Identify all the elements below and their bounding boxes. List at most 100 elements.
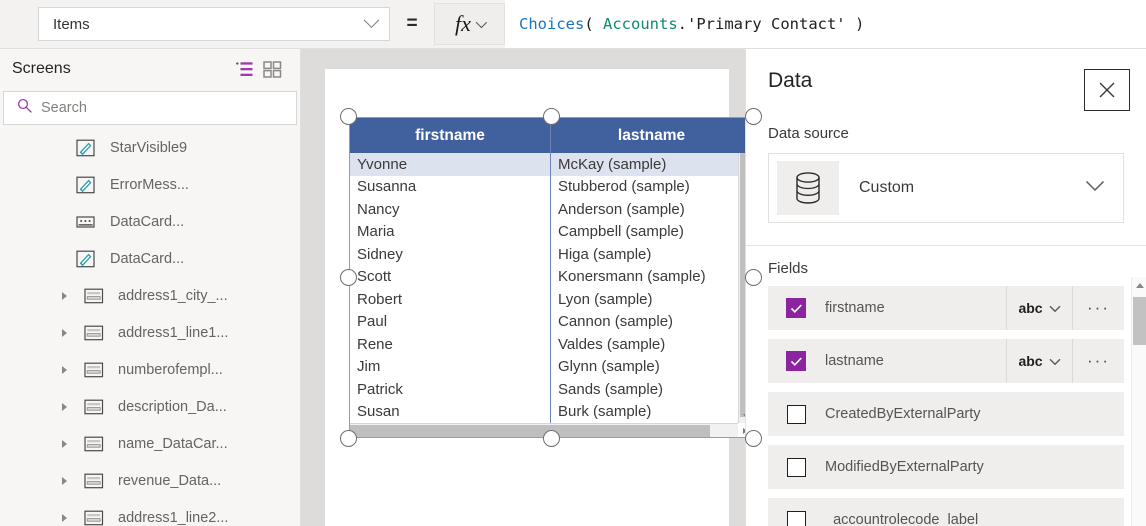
expand-chevron-icon[interactable] bbox=[62, 291, 84, 300]
field-row-lastname[interactable]: lastname abc ··· bbox=[768, 339, 1124, 383]
field-type-selector[interactable]: abc bbox=[1006, 339, 1072, 383]
column-header-firstname[interactable]: firstname bbox=[350, 118, 550, 153]
data-pane-scrollbar[interactable] bbox=[1131, 277, 1146, 526]
tree-item-8[interactable]: name_DataCar... bbox=[0, 425, 300, 462]
resize-handle-middle-right[interactable] bbox=[745, 269, 762, 286]
data-pane: Data Data source Custom Fields firstname… bbox=[745, 49, 1146, 526]
close-icon[interactable] bbox=[1084, 69, 1130, 111]
screen-surface[interactable]: firstname lastname Yvonne McKay (sample) S… bbox=[325, 69, 762, 526]
search-icon bbox=[17, 98, 32, 118]
cell-lastname: Anderson (sample) bbox=[550, 198, 752, 221]
table-row[interactable]: Yvonne McKay (sample) bbox=[350, 153, 752, 176]
table-row[interactable]: Susan Burk (sample) bbox=[350, 400, 752, 423]
data-table-gallery[interactable]: firstname lastname Yvonne McKay (sample) S… bbox=[349, 117, 753, 438]
label-control-icon bbox=[76, 213, 98, 231]
expand-chevron-icon[interactable] bbox=[62, 328, 84, 337]
formula-bar: Items = fx Choices( Accounts. 'Primary Co… bbox=[0, 0, 1146, 49]
field-row-_accountrolecode_label[interactable]: _accountrolecode_label bbox=[768, 498, 1124, 526]
tree-view-icon[interactable] bbox=[230, 56, 258, 82]
expand-chevron-icon[interactable] bbox=[62, 513, 84, 522]
cell-lastname: Lyon (sample) bbox=[550, 288, 752, 311]
table-row[interactable]: Rene Valdes (sample) bbox=[350, 333, 752, 356]
equals-sign: = bbox=[406, 13, 418, 34]
formula-token-column: 'Primary Contact' bbox=[687, 15, 846, 33]
checkbox-unchecked-icon[interactable] bbox=[786, 510, 806, 526]
cell-lastname: Stubberod (sample) bbox=[550, 175, 752, 198]
tree-item-label: name_DataCar... bbox=[118, 435, 228, 452]
table-row[interactable]: Patrick Sands (sample) bbox=[350, 378, 752, 401]
table-row[interactable]: Nancy Anderson (sample) bbox=[350, 198, 752, 221]
data-pane-header: Data bbox=[746, 49, 1146, 111]
app-canvas: firstname lastname Yvonne McKay (sample) S… bbox=[301, 49, 762, 526]
tree-item-3[interactable]: DataCard... bbox=[0, 240, 300, 277]
scroll-up-arrow-icon[interactable] bbox=[1132, 277, 1146, 293]
field-name: CreatedByExternalParty bbox=[825, 406, 981, 422]
checkbox-unchecked-icon[interactable] bbox=[786, 457, 806, 477]
expand-chevron-icon[interactable] bbox=[62, 439, 84, 448]
checkbox-checked-icon[interactable] bbox=[786, 298, 806, 318]
expand-chevron-icon[interactable] bbox=[62, 476, 84, 485]
expand-chevron-icon[interactable] bbox=[62, 402, 84, 411]
table-row[interactable]: Sidney Higa (sample) bbox=[350, 243, 752, 266]
column-header-lastname[interactable]: lastname bbox=[550, 118, 752, 153]
cell-lastname: Valdes (sample) bbox=[550, 333, 752, 356]
screens-tree-panel: Screens Search StarVisible9 ErrorMess...… bbox=[0, 49, 301, 526]
chevron-down-icon bbox=[475, 16, 488, 29]
field-row-ModifiedByExternalParty[interactable]: ModifiedByExternalParty bbox=[768, 445, 1124, 489]
resize-handle-bottom-center[interactable] bbox=[542, 430, 560, 447]
expand-chevron-icon[interactable] bbox=[62, 365, 84, 374]
database-icon bbox=[777, 161, 839, 215]
data-source-selector[interactable]: Custom bbox=[768, 153, 1124, 223]
data-source-name: Custom bbox=[859, 179, 915, 196]
cell-firstname: Rene bbox=[357, 335, 393, 353]
formula-token-dot: . bbox=[677, 15, 687, 33]
resize-handle-middle-left[interactable] bbox=[340, 269, 357, 286]
thumbnail-view-icon[interactable] bbox=[258, 56, 286, 82]
tree-item-2[interactable]: DataCard... bbox=[0, 203, 300, 240]
cell-firstname: Scott bbox=[357, 268, 392, 286]
table-row[interactable]: Paul Cannon (sample) bbox=[350, 310, 752, 333]
resize-handle-bottom-left[interactable] bbox=[340, 430, 357, 447]
search-input[interactable]: Search bbox=[3, 91, 297, 125]
cell-firstname: Jim bbox=[357, 358, 381, 376]
field-more-options-button[interactable]: ··· bbox=[1072, 286, 1124, 330]
table-row[interactable]: Jim Glynn (sample) bbox=[350, 355, 752, 378]
tree-item-6[interactable]: numberofempl... bbox=[0, 351, 300, 388]
field-type-selector[interactable]: abc bbox=[1006, 286, 1072, 330]
formula-input[interactable]: Choices( Accounts. 'Primary Contact' ) bbox=[505, 0, 1146, 48]
resize-handle-top-right[interactable] bbox=[745, 108, 762, 125]
tree-item-1[interactable]: ErrorMess... bbox=[0, 166, 300, 203]
tree-item-9[interactable]: revenue_Data... bbox=[0, 462, 300, 499]
table-row[interactable]: Robert Lyon (sample) bbox=[350, 288, 752, 311]
table-row[interactable]: Susanna Stubberod (sample) bbox=[350, 175, 752, 198]
data-pane-title: Data bbox=[768, 69, 813, 92]
field-more-options-button[interactable]: ··· bbox=[1072, 339, 1124, 383]
tree-item-10[interactable]: address1_line2... bbox=[0, 499, 300, 526]
table-row[interactable]: Maria Campbell (sample) bbox=[350, 220, 752, 243]
field-row-CreatedByExternalParty[interactable]: CreatedByExternalParty bbox=[768, 392, 1124, 436]
field-row-firstname[interactable]: firstname abc ··· bbox=[768, 286, 1124, 330]
resize-handle-top-center[interactable] bbox=[542, 108, 560, 125]
checkbox-unchecked-icon[interactable] bbox=[786, 404, 806, 424]
tree-item-label: numberofempl... bbox=[118, 361, 223, 378]
tree-item-label: StarVisible9 bbox=[110, 139, 188, 156]
tree-item-0[interactable]: StarVisible9 bbox=[0, 129, 300, 166]
field-name: firstname bbox=[825, 300, 885, 316]
text-input-icon bbox=[76, 176, 98, 194]
property-select[interactable]: Items bbox=[38, 7, 390, 41]
checkbox-checked-icon[interactable] bbox=[786, 351, 806, 371]
cell-lastname: Higa (sample) bbox=[550, 243, 752, 266]
fx-button[interactable]: fx bbox=[434, 3, 505, 45]
tree-item-7[interactable]: description_Da... bbox=[0, 388, 300, 425]
tree-item-4[interactable]: address1_city_... bbox=[0, 277, 300, 314]
resize-handle-top-left[interactable] bbox=[340, 108, 357, 125]
power-apps-studio: Items = fx Choices( Accounts. 'Primary Co… bbox=[0, 0, 1146, 526]
tree-item-5[interactable]: address1_line1... bbox=[0, 314, 300, 351]
data-pane-scroll-thumb[interactable] bbox=[1133, 297, 1146, 345]
chevron-down-icon[interactable] bbox=[1085, 179, 1105, 197]
resize-handle-bottom-right[interactable] bbox=[745, 430, 762, 447]
gallery-horizontal-scroll-thumb[interactable] bbox=[350, 425, 710, 437]
text-input-icon bbox=[76, 250, 98, 268]
cell-firstname: Susan bbox=[357, 403, 400, 421]
table-row[interactable]: Scott Konersmann (sample) bbox=[350, 265, 752, 288]
